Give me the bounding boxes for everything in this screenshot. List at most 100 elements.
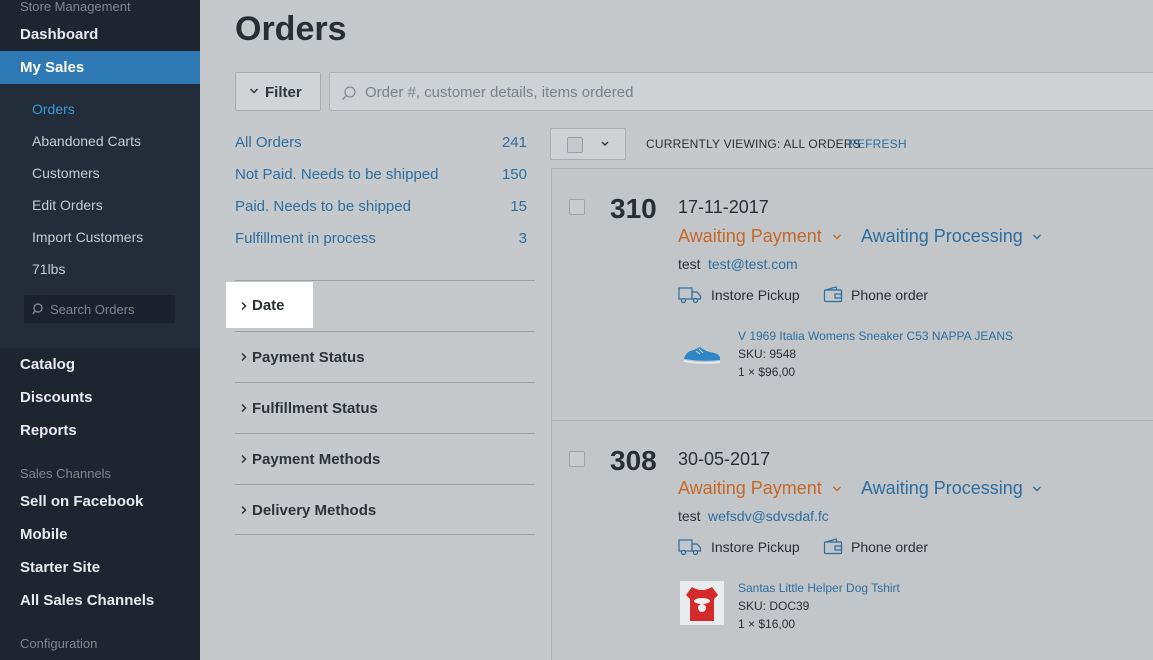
order-source: Phone order [851, 539, 929, 555]
wallet-icon [823, 286, 843, 303]
sidebar-item-discounts[interactable]: Discounts [20, 389, 93, 406]
select-all-checkbox[interactable] [567, 137, 583, 153]
sidebar-item-catalog[interactable]: Catalog [20, 356, 75, 373]
item-sku: SKU: 9548 [738, 347, 797, 361]
sidebar-search-input[interactable]: Search Orders [24, 295, 175, 323]
order-source: Phone order [851, 287, 929, 303]
fulfillment-status-dropdown[interactable]: Awaiting Processing [861, 226, 1023, 247]
status-filter-count: 150 [501, 166, 527, 183]
order-number[interactable]: 308 [610, 445, 657, 477]
facet-label: Fulfillment Status [252, 400, 378, 417]
chevron-down-icon [1033, 234, 1041, 240]
status-filter-label: Not Paid. Needs to be shipped [235, 166, 439, 183]
sidebar-item-my-sales[interactable]: My Sales [0, 51, 200, 84]
facet-label: Payment Status [252, 349, 365, 366]
status-filter-count: 241 [501, 134, 527, 151]
truck-icon [678, 287, 702, 304]
orders-list: 310 17-11-2017 Awaiting Payment Awaiting… [551, 168, 1153, 660]
shipping-method: Instore Pickup [711, 539, 800, 555]
select-all-dropdown[interactable] [550, 128, 626, 160]
sneaker-product-image [684, 347, 720, 364]
page-title: Orders [235, 10, 347, 48]
sidebar-subitem-import-customers[interactable]: Import Customers [32, 229, 143, 245]
fulfillment-status-dropdown[interactable]: Awaiting Processing [861, 478, 1023, 499]
sidebar: Store Management Dashboard My Sales Orde… [0, 0, 200, 660]
order-card[interactable]: 310 17-11-2017 Awaiting Payment Awaiting… [552, 169, 1153, 421]
chevron-right-icon [241, 301, 247, 311]
order-checkbox[interactable] [569, 451, 585, 467]
item-sku: SKU: DOC39 [738, 599, 810, 613]
main-content: Orders Filter Order #, customer details,… [200, 0, 1153, 660]
order-number[interactable]: 310 [610, 193, 657, 225]
chevron-down-icon [833, 486, 841, 492]
item-quantity-price: 1 × $96,00 [738, 365, 796, 379]
order-date: 30-05-2017 [678, 449, 771, 469]
customer-email[interactable]: wefsdv@sdvsdaf.fc [708, 508, 829, 524]
wallet-icon [823, 538, 843, 555]
status-filter-not-paid[interactable]: Not Paid. Needs to be shipped 150 [235, 166, 527, 186]
search-icon [32, 303, 43, 315]
facet-label: Date [252, 297, 285, 314]
sidebar-item-reports[interactable]: Reports [20, 422, 77, 439]
customer-email[interactable]: test@test.com [708, 256, 798, 272]
sidebar-subitem-customers[interactable]: Customers [32, 165, 100, 181]
section-label-store-management: Store Management [20, 0, 131, 14]
chevron-right-icon [241, 403, 247, 413]
filter-button[interactable]: Filter [235, 72, 321, 111]
payment-status-dropdown[interactable]: Awaiting Payment [678, 226, 822, 247]
sidebar-item-sell-on-facebook[interactable]: Sell on Facebook [20, 493, 143, 510]
status-filter-fulfillment[interactable]: Fulfillment in process 3 [235, 230, 527, 250]
shipping-method: Instore Pickup [711, 287, 800, 303]
sidebar-item-all-sales-channels[interactable]: All Sales Channels [20, 592, 154, 609]
sidebar-subitem-abandoned-carts[interactable]: Abandoned Carts [32, 133, 141, 149]
status-filter-label: All Orders [235, 134, 302, 151]
viewing-status-text: CURRENTLY VIEWING: ALL ORDERS [646, 137, 861, 151]
chevron-down-icon [601, 141, 609, 146]
facet-date-highlight[interactable]: Date [226, 282, 313, 328]
order-search-input[interactable]: Order #, customer details, items ordered [329, 72, 1153, 111]
chevron-right-icon [241, 454, 247, 464]
status-filter-count: 3 [518, 230, 527, 247]
search-icon [342, 86, 356, 100]
customer-name: test [678, 256, 701, 272]
sidebar-subitem-edit-orders[interactable]: Edit Orders [32, 197, 103, 213]
chevron-down-icon [1033, 486, 1041, 492]
orders-toolbar: CURRENTLY VIEWING: ALL ORDERS REFRESH [550, 128, 1153, 160]
item-name-link[interactable]: V 1969 Italia Womens Sneaker C53 NAPPA J… [738, 329, 1013, 343]
truck-icon [678, 539, 702, 556]
sidebar-subitem-71lbs[interactable]: 71lbs [32, 261, 65, 277]
payment-status-dropdown[interactable]: Awaiting Payment [678, 478, 822, 499]
customer-name: test [678, 508, 701, 524]
chevron-right-icon [241, 505, 247, 515]
item-name-link[interactable]: Santas Little Helper Dog Tshirt [738, 581, 900, 595]
chevron-down-icon [249, 88, 259, 94]
facet-label: Delivery Methods [252, 502, 377, 519]
facet-label: Payment Methods [252, 451, 381, 468]
sidebar-subitem-orders[interactable]: Orders [32, 101, 75, 117]
refresh-link[interactable]: REFRESH [848, 137, 907, 151]
sidebar-item-starter-site[interactable]: Starter Site [20, 559, 100, 576]
sidebar-item-mobile[interactable]: Mobile [20, 526, 68, 543]
status-filter-label: Paid. Needs to be shipped [235, 198, 411, 215]
section-label-configuration: Configuration [20, 636, 98, 651]
section-label-sales-channels: Sales Channels [20, 466, 112, 481]
sidebar-item-dashboard[interactable]: Dashboard [20, 26, 98, 43]
status-filter-count: 15 [510, 198, 527, 215]
order-date: 17-11-2017 [678, 197, 769, 217]
sidebar-item-label: My Sales [20, 59, 85, 76]
facet-payment-status[interactable]: Payment Status [235, 331, 535, 382]
status-filter-label: Fulfillment in process [235, 230, 376, 247]
facet-payment-methods[interactable]: Payment Methods [235, 433, 535, 484]
order-checkbox[interactable] [569, 199, 585, 215]
status-filter-paid[interactable]: Paid. Needs to be shipped 15 [235, 198, 527, 218]
facet-fulfillment-status[interactable]: Fulfillment Status [235, 382, 535, 433]
facet-delivery-methods[interactable]: Delivery Methods [235, 484, 535, 535]
order-card[interactable]: 308 30-05-2017 Awaiting Payment Awaiting… [552, 421, 1153, 660]
item-quantity-price: 1 × $16,00 [738, 617, 796, 631]
chevron-down-icon [833, 234, 841, 240]
sidebar-search-placeholder: Search Orders [50, 302, 135, 317]
order-search-placeholder: Order #, customer details, items ordered [365, 84, 634, 101]
chevron-right-icon [241, 352, 247, 362]
filter-button-label: Filter [265, 84, 302, 101]
status-filter-all-orders[interactable]: All Orders 241 [235, 134, 527, 154]
